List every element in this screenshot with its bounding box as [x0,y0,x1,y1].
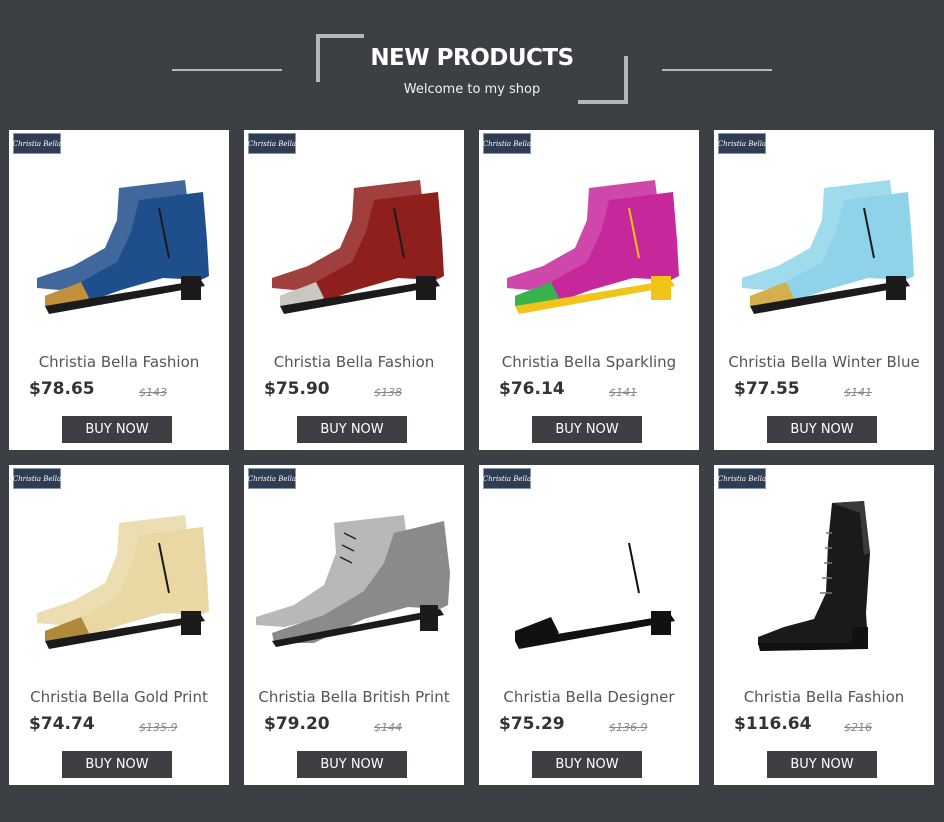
brand-logo: Christia Bella [248,133,296,154]
product-name[interactable]: Christia Bella British Print [244,688,464,707]
buy-now-button[interactable]: BUY NOW [532,751,642,778]
product-image[interactable] [714,158,934,338]
buy-now-button[interactable]: BUY NOW [767,416,877,443]
product-image[interactable] [479,158,699,338]
product-price: $77.55 [734,379,800,399]
brand-logo: Christia Bella [483,468,531,489]
product-image[interactable] [714,493,934,673]
product-price: $74.74 [29,714,95,734]
product-name[interactable]: Christia Bella Fashion [714,688,934,707]
product-name[interactable]: Christia Bella Sparkling [479,353,699,372]
product-original-price: $141 [609,386,637,399]
product-original-price: $135.9 [139,721,178,734]
brand-logo: Christia Bella [13,468,61,489]
product-price: $116.64 [734,714,812,734]
brand-logo: Christia Bella [483,133,531,154]
product-price: $78.65 [29,379,95,399]
product-name[interactable]: Christia Bella Winter Blue [714,353,934,372]
product-name[interactable]: Christia Bella Designer [479,688,699,707]
product-original-price: $144 [374,721,402,734]
product-image[interactable] [479,493,699,673]
product-card[interactable]: Christia Bella Christia Bella Sparkling $… [479,130,699,450]
product-image[interactable] [244,493,464,673]
product-price: $75.90 [264,379,330,399]
product-original-price: $141 [844,386,872,399]
product-card[interactable]: Christia Bella Christia Bella Gold Print… [9,465,229,785]
product-card[interactable]: Christia Bella Christia Bella Fashion $78… [9,130,229,450]
product-original-price: $216 [844,721,872,734]
brand-logo: Christia Bella [718,468,766,489]
buy-now-button[interactable]: BUY NOW [767,751,877,778]
boot-icon [742,180,914,314]
buy-now-button[interactable]: BUY NOW [62,416,172,443]
product-name[interactable]: Christia Bella Fashion [244,353,464,372]
boot-icon [507,180,679,314]
boot-icon [37,515,209,649]
buy-now-button[interactable]: BUY NOW [532,416,642,443]
product-name[interactable]: Christia Bella Gold Print [9,688,229,707]
boot-icon [256,515,450,647]
product-card[interactable]: Christia Bella Christia Bella Fashion $75… [244,130,464,450]
product-image[interactable] [244,158,464,338]
product-card[interactable]: Christia Bella Christia Bella Winter Blu… [714,130,934,450]
product-original-price: $136.9 [609,721,648,734]
product-image[interactable] [9,158,229,338]
section-subtitle: Welcome to my shop [403,82,541,97]
product-price: $79.20 [264,714,330,734]
product-card[interactable]: Christia Bella Christia Bella Designer $7… [479,465,699,785]
brand-logo: Christia Bella [13,133,61,154]
boot-icon [507,515,679,649]
boot-icon [758,501,870,651]
product-price: $76.14 [499,379,565,399]
product-card[interactable]: Christia Bella Christia Bella British Pr… [244,465,464,785]
section-title: NEW PRODUCTS [370,45,574,71]
product-card[interactable]: Christia Bella Christia Bella Fashion $11… [714,465,934,785]
product-grid: Christia Bella Christia Bella Fashion $78… [9,130,935,786]
product-original-price: $143 [139,386,167,399]
product-price: $75.29 [499,714,565,734]
boot-icon [272,180,444,314]
buy-now-button[interactable]: BUY NOW [297,751,407,778]
brand-logo: Christia Bella [718,133,766,154]
brand-logo: Christia Bella [248,468,296,489]
boot-icon [37,180,209,314]
product-name[interactable]: Christia Bella Fashion [9,353,229,372]
buy-now-button[interactable]: BUY NOW [297,416,407,443]
buy-now-button[interactable]: BUY NOW [62,751,172,778]
product-original-price: $138 [374,386,402,399]
section-header: NEW PRODUCTS Welcome to my shop [0,0,944,120]
product-image[interactable] [9,493,229,673]
